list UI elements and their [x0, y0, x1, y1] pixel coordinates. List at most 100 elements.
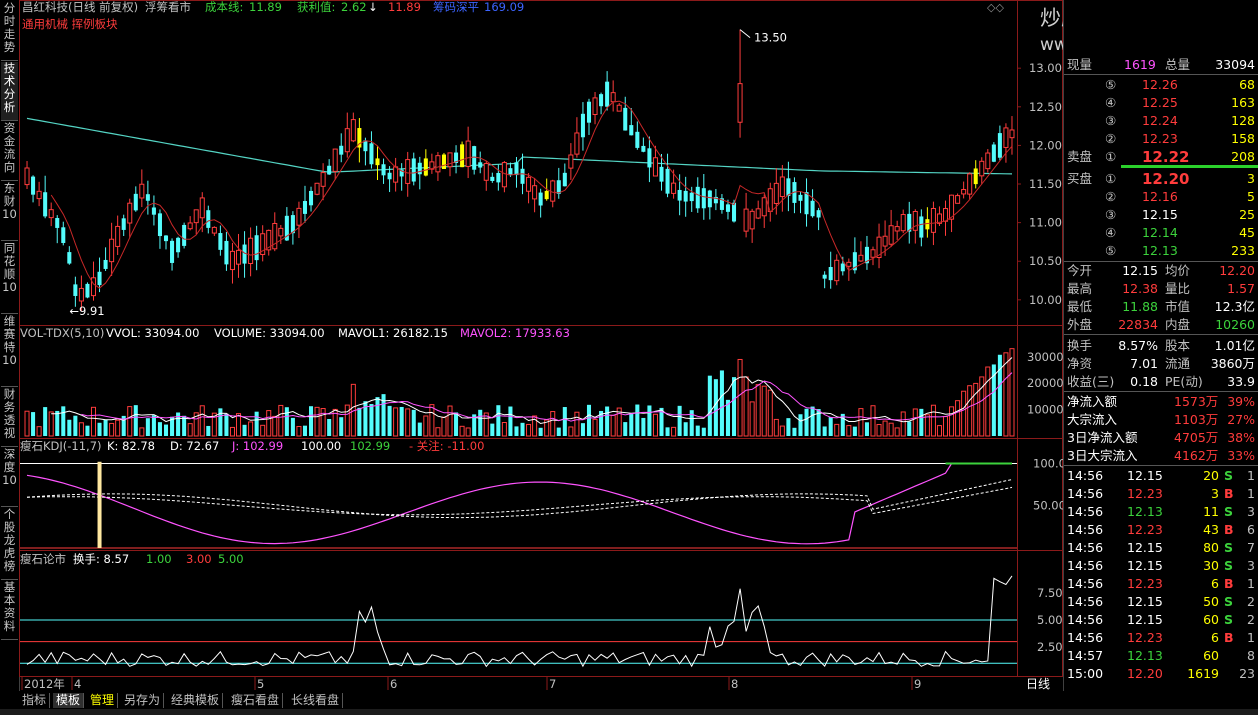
stat-label: 量比	[1165, 281, 1191, 296]
toolbar-tab-3[interactable]: 另存为	[121, 693, 165, 708]
stat-label: 外盘	[1067, 317, 1093, 332]
tick-volume: 60	[1203, 648, 1219, 663]
stock-title: 昌红科技(日线 前复权)	[22, 0, 138, 14]
flow-label: 3日净流入额	[1067, 430, 1138, 445]
volume-axis-label: 10000	[1027, 403, 1063, 417]
flow-label: 净流入额	[1067, 394, 1118, 409]
volume-header: VOL-TDX(5,10) VVOL: 33094.00 VOLUME: 33094…	[20, 326, 570, 340]
tick-side: B	[1224, 630, 1234, 645]
volume-bar	[501, 421, 507, 437]
volume-bar	[562, 407, 567, 436]
candle-body	[170, 240, 175, 263]
toolbar-tab-5[interactable]: 瘦石看盘	[228, 693, 284, 708]
volume-bar	[145, 418, 150, 436]
time-label: 7	[549, 677, 556, 691]
tick-time: 14:56	[1067, 486, 1104, 501]
candle-body	[629, 125, 634, 136]
volume-bar	[804, 408, 809, 436]
toolbar-tab-6[interactable]: 长线看盘	[288, 693, 344, 708]
tick-time: 14:56	[1067, 612, 1104, 627]
tick-volume: 80	[1203, 540, 1219, 555]
candle-body	[538, 192, 543, 206]
kdj-signal-bar	[97, 461, 102, 548]
toolbar-tab-2[interactable]: 管理	[87, 693, 119, 708]
ma-long-line	[26, 117, 1013, 175]
candle-body	[961, 189, 967, 195]
stat-value: 1.57	[1227, 281, 1255, 296]
candle-body	[1009, 129, 1015, 139]
candle-body	[187, 222, 193, 230]
candle-body	[145, 194, 150, 201]
stat-row-4: 换手 8.57% 股本 1.01亿	[1064, 337, 1258, 355]
ask-row-3: ③ 12.24 128	[1064, 112, 1258, 130]
volume-bar	[514, 426, 519, 436]
tick-row: 14:56 12.23 6 B 1	[1064, 629, 1258, 647]
turnover-value: 换手: 8.57	[73, 552, 129, 566]
volume-bar	[961, 390, 967, 437]
time-label: 9	[914, 677, 921, 691]
candle-body	[483, 163, 489, 181]
tick-count: 1	[1247, 486, 1255, 501]
kdj-j: J: 102.99	[231, 439, 283, 453]
stat-label: 内盘	[1165, 317, 1191, 332]
candle-body	[387, 172, 392, 180]
volume-axis-label: 30000	[1027, 350, 1063, 364]
ask-row-4: ④ 12.25 163	[1064, 94, 1258, 112]
turnover-v1: 1.00	[146, 552, 172, 566]
tick-time: 14:56	[1067, 594, 1104, 609]
flow-percent: 38%	[1227, 430, 1255, 445]
kdj-b: 102.99	[350, 439, 390, 453]
volume-bar	[912, 408, 918, 437]
volume-bar	[78, 422, 84, 437]
toolbar-tab-4[interactable]: 经典模板	[168, 693, 224, 708]
volume-bar	[454, 412, 459, 436]
volume-bar	[357, 407, 362, 436]
chart-area[interactable]: 13.00 12.50 12.00 11.50 11.00 10.50 10.00 13.50…	[0, 0, 1063, 691]
buy-label: 买盘	[1067, 171, 1093, 186]
candle-body	[302, 201, 308, 214]
candle-body	[562, 172, 567, 187]
kdj-k: K: 82.78	[107, 439, 155, 453]
tick-row: 14:56 12.15 50 S 2	[1064, 593, 1258, 611]
candle-body	[127, 202, 133, 224]
tick-count: 1	[1247, 576, 1255, 591]
time-label: 4	[74, 677, 81, 691]
stat-label: 最低	[1067, 299, 1093, 314]
toolbar-tab-0[interactable]: 指标	[19, 693, 51, 708]
tick-price: 12.15	[1127, 558, 1163, 573]
volume-bar	[629, 414, 634, 436]
kdj-d-line	[26, 486, 1013, 516]
bid-price: 12.13	[1142, 243, 1178, 258]
tick-price: 12.23	[1127, 522, 1163, 537]
candle-body	[78, 287, 84, 302]
kdj-header: 瘦石KDJ(-11,7) K: 82.78 D: 72.67 J: 102.99 100…	[20, 439, 484, 453]
flow-value: 4162万	[1174, 448, 1219, 463]
volume-bar	[701, 427, 706, 436]
volume-bar	[187, 423, 193, 437]
price-axis-label: 11.00	[1029, 216, 1062, 230]
toolbar-tab-1[interactable]: 模板	[53, 693, 85, 708]
candle-body	[199, 197, 205, 219]
bid-row-1: 买盘 ① 12.20 3	[1064, 170, 1258, 188]
tick-volume: 6	[1211, 576, 1219, 591]
tick-row: 14:56 12.23 6 B 1	[1064, 575, 1258, 593]
volume-bar	[731, 377, 737, 436]
volume-bar	[942, 416, 949, 437]
candle-body	[544, 190, 549, 200]
candle-body	[332, 148, 338, 172]
volume-bar	[254, 411, 259, 436]
candle-body	[647, 148, 652, 168]
candle-body	[460, 144, 465, 168]
candle-body	[248, 237, 254, 265]
kdj-c: - 关注: -11.00	[409, 439, 484, 453]
turnover-header: 瘦石论市 换手: 8.57 1.00 3.00 5.00	[20, 552, 244, 566]
candle-body	[139, 183, 145, 199]
ask-price: 12.26	[1142, 77, 1178, 92]
candle-body	[235, 249, 242, 265]
candle-body	[520, 168, 525, 184]
candle-body	[816, 210, 821, 218]
volume-bar	[309, 406, 314, 436]
candle-body	[417, 162, 422, 175]
volume-bar	[127, 406, 133, 437]
bid-volume: 233	[1231, 243, 1255, 258]
